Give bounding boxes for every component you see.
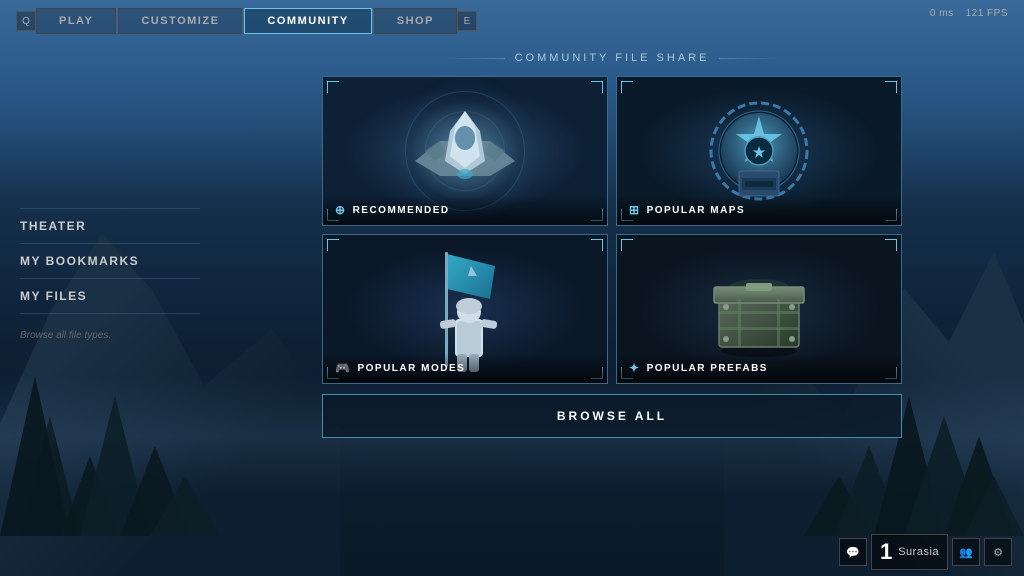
card-prefabs-label: ✦ POPULAR PREFABS: [617, 353, 901, 383]
tab-shop[interactable]: SHOP: [374, 8, 457, 34]
medallion-svg: ★: [704, 96, 814, 206]
sidebar-item-theater[interactable]: THEATER: [20, 208, 200, 244]
card-recommended-label: ⊕ RECOMMENDED: [323, 195, 607, 225]
chat-icon[interactable]: 💬: [839, 538, 867, 566]
svg-text:★: ★: [753, 144, 766, 160]
browse-all-button[interactable]: BROWSE ALL: [322, 394, 902, 438]
bottom-bar: 💬 1 Surasia 👥 ⚙: [827, 528, 1024, 576]
sidebar: THEATER MY BOOKMARKS MY FILES Browse all…: [20, 52, 200, 556]
maps-icon: ⊞: [629, 203, 641, 217]
modes-icon: 🎮: [335, 361, 351, 375]
left-key: Q: [16, 11, 36, 31]
perf-stats: 0 ms 121 FPS: [930, 8, 1008, 19]
card-modes-label: 🎮 POPULAR MODES: [323, 353, 607, 383]
card-popular-prefabs[interactable]: ✦ POPULAR PREFABS: [616, 234, 902, 384]
sidebar-item-files[interactable]: MY FILES: [20, 279, 200, 314]
fps-stat: 121 FPS: [966, 8, 1008, 19]
player-name: Surasia: [898, 546, 939, 558]
player-info: 1 Surasia: [871, 534, 948, 570]
top-bar: Q PLAY CUSTOMIZE COMMUNITY SHOP E 0 ms 1…: [0, 0, 1024, 42]
card-maps-label: ⊞ POPULAR MAPS: [617, 195, 901, 225]
tab-play[interactable]: PLAY: [36, 8, 116, 34]
settings-icon[interactable]: ⚙: [984, 538, 1012, 566]
cards-grid: ⊕ RECOMMENDED: [322, 76, 902, 384]
ms-stat: 0 ms: [930, 8, 954, 19]
recommended-icon: ⊕: [335, 203, 347, 217]
card-popular-modes[interactable]: 🎮 POPULAR MODES: [322, 234, 608, 384]
prefabs-icon: ✦: [629, 361, 641, 375]
nav-tabs: PLAY CUSTOMIZE COMMUNITY SHOP: [36, 8, 457, 34]
friends-icon[interactable]: 👥: [952, 538, 980, 566]
section-title: COMMUNITY FILE SHARE: [445, 52, 780, 64]
sidebar-hint: Browse all file types.: [20, 330, 200, 341]
main-content: COMMUNITY FILE SHARE: [220, 52, 1004, 556]
card-recommended[interactable]: ⊕ RECOMMENDED: [322, 76, 608, 226]
spaceship-svg: [405, 96, 525, 206]
sidebar-item-bookmarks[interactable]: MY BOOKMARKS: [20, 244, 200, 279]
tab-customize[interactable]: CUSTOMIZE: [118, 8, 242, 34]
tab-community[interactable]: COMMUNITY: [244, 8, 371, 34]
crate-svg: [704, 259, 814, 359]
player-number: 1: [880, 539, 892, 565]
content-area: THEATER MY BOOKMARKS MY FILES Browse all…: [0, 42, 1024, 576]
right-key: E: [457, 11, 477, 31]
main-container: Q PLAY CUSTOMIZE COMMUNITY SHOP E 0 ms 1…: [0, 0, 1024, 576]
card-popular-maps[interactable]: ★ ⊞ POPULAR MAPS: [616, 76, 902, 226]
